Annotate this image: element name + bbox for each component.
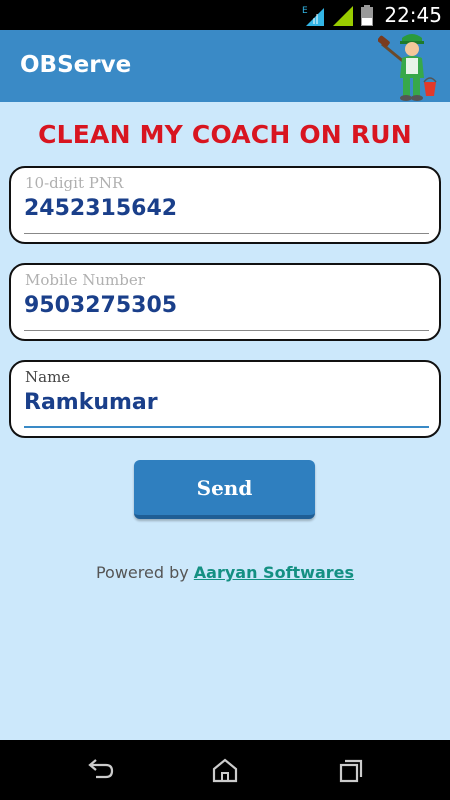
mobile-number-input[interactable]: 9503275305 [24, 293, 177, 318]
status-time: 22:45 [384, 3, 442, 27]
page-heading: CLEAN MY COACH ON RUN [38, 120, 412, 149]
pnr-label: 10-digit PNR [25, 174, 124, 192]
name-input[interactable]: Ramkumar [24, 390, 158, 415]
name-label: Name [25, 368, 71, 386]
signal-icon [333, 6, 354, 26]
status-bar: E 22:45 [0, 0, 450, 30]
home-icon[interactable] [211, 756, 239, 784]
action-bar: OBServe [0, 30, 450, 102]
status-icons: E 22:45 [302, 0, 442, 30]
cleaner-mascot-icon [378, 34, 437, 101]
pnr-input[interactable]: 2452315642 [24, 196, 177, 221]
recents-icon[interactable] [336, 756, 364, 784]
powered-by-text: Powered by [95, 563, 189, 582]
name-underline [24, 426, 429, 428]
mobile-number-field[interactable]: Mobile Number 9503275305 [9, 263, 441, 341]
mobile-number-underline [24, 330, 429, 331]
pnr-underline [24, 233, 429, 234]
powered-by: Powered by Aaryan Softwares [0, 563, 450, 582]
app-title: OBServe [20, 52, 132, 78]
name-field[interactable]: Name Ramkumar [9, 360, 441, 438]
company-link[interactable]: Aaryan Softwares [194, 563, 354, 582]
mobile-number-label: Mobile Number [25, 271, 145, 289]
navigation-bar [0, 740, 450, 800]
wifi-icon: E [302, 6, 325, 26]
battery-icon [361, 5, 374, 26]
pnr-field[interactable]: 10-digit PNR 2452315642 [9, 166, 441, 244]
svg-text:E: E [302, 6, 308, 16]
back-icon[interactable] [86, 756, 114, 784]
send-button[interactable]: Send [134, 460, 315, 519]
